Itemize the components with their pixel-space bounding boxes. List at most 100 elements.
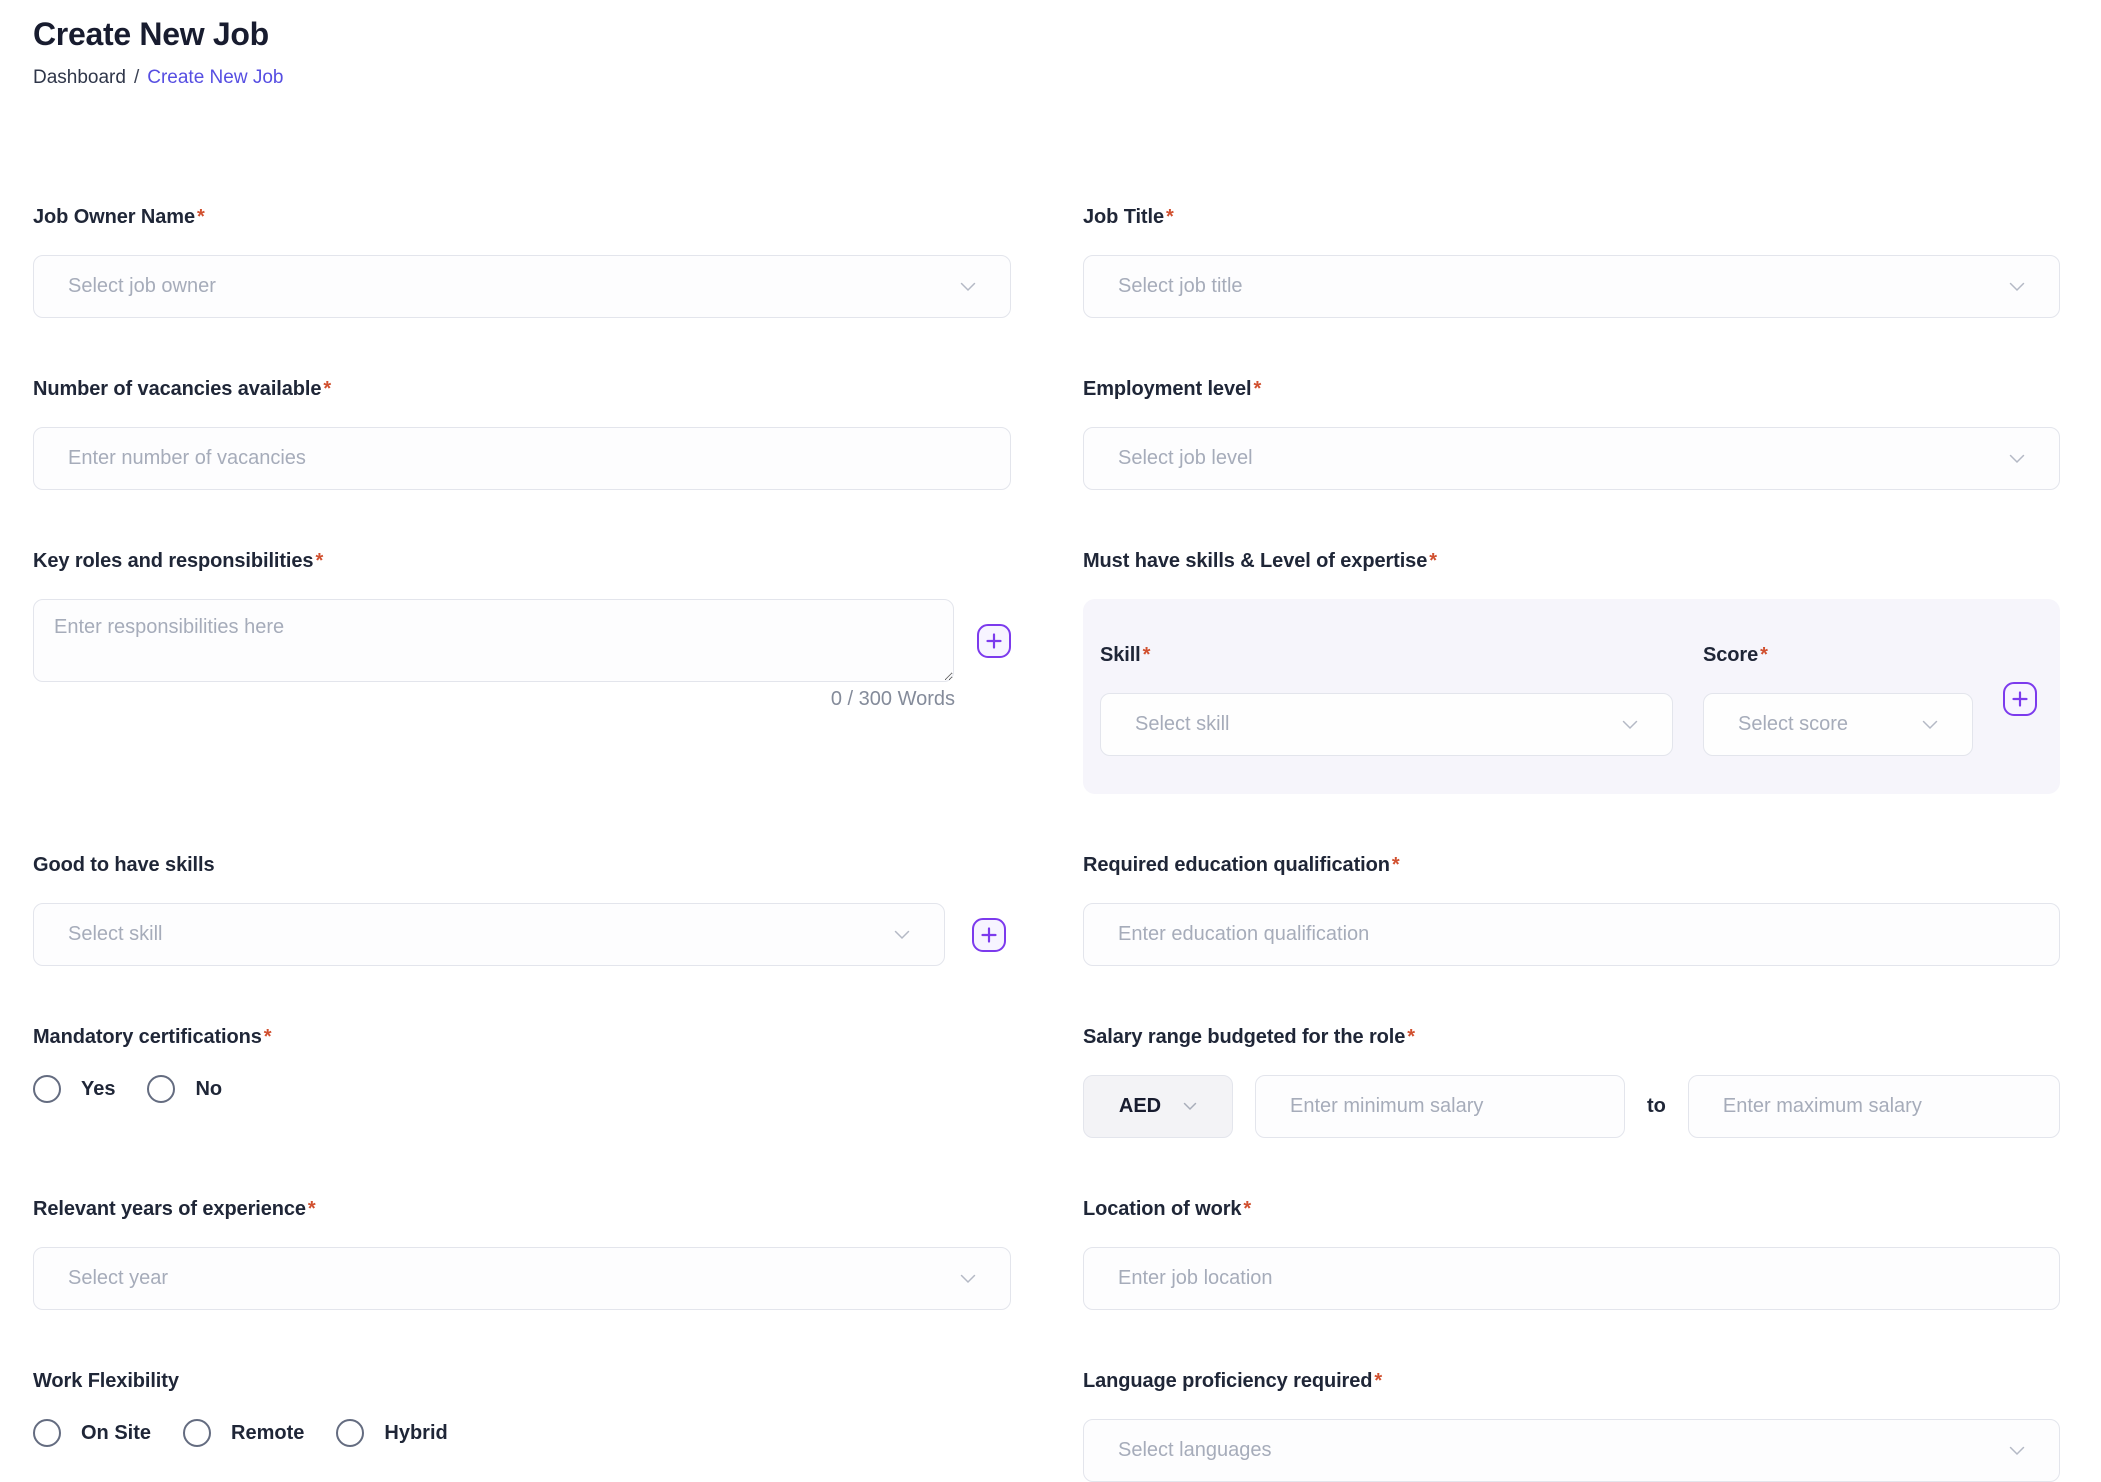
- job-owner-label: Job Owner Name*: [33, 204, 1011, 230]
- max-salary-input[interactable]: [1688, 1075, 2060, 1138]
- radio-circle-icon: [147, 1075, 175, 1103]
- min-salary-input[interactable]: [1255, 1075, 1625, 1138]
- breadcrumb-dashboard-link[interactable]: Dashboard: [33, 67, 126, 88]
- field-job-owner-name: Job Owner Name* Select job owner: [33, 204, 1011, 318]
- add-good-skill-button[interactable]: [972, 918, 1006, 952]
- plus-icon: [981, 927, 997, 943]
- experience-select[interactable]: Select year: [33, 1247, 1011, 1310]
- field-work-flexibility: Work Flexibility On Site Remote Hybrid: [33, 1368, 1011, 1447]
- salary-to-label: to: [1647, 1095, 1666, 1118]
- work-flexibility-options: On Site Remote Hybrid: [33, 1419, 1011, 1447]
- radio-circle-icon: [183, 1419, 211, 1447]
- education-label: Required education qualification*: [1083, 852, 2060, 878]
- responsibilities-label: Key roles and responsibilities*: [33, 548, 1011, 574]
- required-asterisk: *: [1143, 644, 1151, 666]
- radio-option-no[interactable]: No: [147, 1075, 222, 1103]
- location-input[interactable]: [1083, 1247, 2060, 1310]
- employment-level-select[interactable]: Select job level: [1083, 427, 2060, 490]
- required-asterisk: *: [264, 1026, 272, 1048]
- field-must-have-skills: Must have skills & Level of expertise* S…: [1083, 548, 2060, 794]
- chevron-down-icon: [960, 282, 976, 292]
- vacancies-label: Number of vacancies available*: [33, 376, 1011, 402]
- field-location: Location of work*: [1083, 1196, 2060, 1310]
- certifications-label: Mandatory certifications*: [33, 1024, 1011, 1050]
- field-responsibilities: Key roles and responsibilities* 0 / 300 …: [33, 548, 1011, 711]
- chevron-down-icon: [894, 930, 910, 940]
- languages-label: Language proficiency required*: [1083, 1368, 2060, 1394]
- select-placeholder: Select job owner: [68, 275, 948, 298]
- required-asterisk: *: [1429, 550, 1437, 572]
- field-certifications: Mandatory certifications* Yes No: [33, 1024, 1011, 1103]
- required-asterisk: *: [1243, 1198, 1251, 1220]
- chevron-down-icon: [2009, 1446, 2025, 1456]
- skill-select[interactable]: Select skill: [1100, 693, 1673, 756]
- required-asterisk: *: [308, 1198, 316, 1220]
- field-education: Required education qualification*: [1083, 852, 2060, 966]
- create-new-job-page: Create New Job Dashboard/Create New Job …: [0, 0, 2101, 1482]
- salary-label: Salary range budgeted for the role*: [1083, 1024, 2060, 1050]
- chevron-down-icon: [1183, 1102, 1197, 1111]
- breadcrumb-separator: /: [134, 67, 139, 88]
- field-salary-range: Salary range budgeted for the role* AED …: [1083, 1024, 2060, 1138]
- skill-group: Skill* Select skill: [1100, 642, 1673, 756]
- chevron-down-icon: [960, 1274, 976, 1284]
- plus-icon: [986, 633, 1002, 649]
- location-label: Location of work*: [1083, 1196, 2060, 1222]
- job-form: Job Owner Name* Select job owner Job Tit…: [33, 204, 2060, 1482]
- field-experience: Relevant years of experience* Select yea…: [33, 1196, 1011, 1310]
- required-asterisk: *: [1374, 1370, 1382, 1392]
- job-owner-select[interactable]: Select job owner: [33, 255, 1011, 318]
- radio-option-on-site[interactable]: On Site: [33, 1419, 151, 1447]
- select-placeholder: Select job title: [1118, 275, 1997, 298]
- good-to-have-skills-label: Good to have skills: [33, 852, 1011, 878]
- select-placeholder: Select skill: [68, 923, 882, 946]
- responsibilities-textarea[interactable]: [33, 599, 954, 682]
- job-title-label: Job Title*: [1083, 204, 2060, 230]
- good-skill-select[interactable]: Select skill: [33, 903, 945, 966]
- word-counter: 0 / 300 Words: [33, 688, 955, 711]
- required-asterisk: *: [1253, 378, 1261, 400]
- must-have-skills-label: Must have skills & Level of expertise*: [1083, 548, 2060, 574]
- select-placeholder: Select score: [1738, 713, 1910, 736]
- score-label: Score*: [1703, 642, 1973, 668]
- breadcrumb: Dashboard / Create New Job: [33, 66, 2060, 90]
- select-placeholder: Select job level: [1118, 447, 1997, 470]
- vacancies-input[interactable]: [33, 427, 1011, 490]
- breadcrumb-current-link[interactable]: Create New Job: [147, 67, 283, 88]
- work-flexibility-label: Work Flexibility: [33, 1368, 1011, 1394]
- required-asterisk: *: [1166, 206, 1174, 228]
- radio-option-remote[interactable]: Remote: [183, 1419, 304, 1447]
- field-employment-level: Employment level* Select job level: [1083, 376, 2060, 490]
- must-have-skills-panel: Skill* Select skill Score* Select score: [1083, 599, 2060, 794]
- radio-option-yes[interactable]: Yes: [33, 1075, 115, 1103]
- chevron-down-icon: [2009, 454, 2025, 464]
- radio-circle-icon: [33, 1075, 61, 1103]
- skill-label: Skill*: [1100, 642, 1673, 668]
- chevron-down-icon: [1622, 720, 1638, 730]
- chevron-down-icon: [2009, 282, 2025, 292]
- radio-circle-icon: [33, 1419, 61, 1447]
- education-input[interactable]: [1083, 903, 2060, 966]
- plus-icon: [2012, 691, 2028, 707]
- required-asterisk: *: [197, 206, 205, 228]
- chevron-down-icon: [1922, 720, 1938, 730]
- certifications-options: Yes No: [33, 1075, 1011, 1103]
- field-vacancies: Number of vacancies available*: [33, 376, 1011, 490]
- required-asterisk: *: [1392, 854, 1400, 876]
- experience-label: Relevant years of experience*: [33, 1196, 1011, 1222]
- required-asterisk: *: [1760, 644, 1768, 666]
- radio-option-hybrid[interactable]: Hybrid: [336, 1419, 447, 1447]
- employment-level-label: Employment level*: [1083, 376, 2060, 402]
- languages-select[interactable]: Select languages: [1083, 1419, 2060, 1482]
- select-placeholder: Select languages: [1118, 1439, 1997, 1462]
- job-title-select[interactable]: Select job title: [1083, 255, 2060, 318]
- add-responsibility-button[interactable]: [977, 624, 1011, 658]
- field-languages: Language proficiency required* Select la…: [1083, 1368, 2060, 1482]
- currency-select[interactable]: AED: [1083, 1075, 1233, 1138]
- score-group: Score* Select score: [1703, 642, 1973, 756]
- add-skill-button[interactable]: [2003, 682, 2037, 716]
- score-select[interactable]: Select score: [1703, 693, 1973, 756]
- required-asterisk: *: [315, 550, 323, 572]
- page-title: Create New Job: [33, 16, 2060, 52]
- field-good-to-have-skills: Good to have skills Select skill: [33, 852, 1011, 966]
